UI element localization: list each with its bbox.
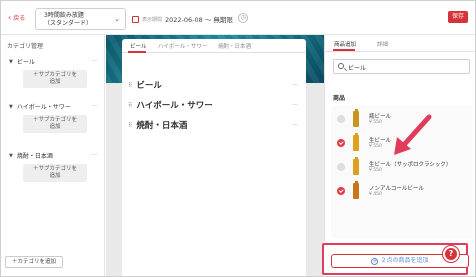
more-icon[interactable]: ··· — [91, 152, 97, 159]
more-icon[interactable]: ··· — [292, 82, 298, 89]
chevron-left-icon: ‹ — [8, 12, 12, 22]
product-price: ¥ 550 — [369, 120, 382, 125]
category-tabs: ビール ハイボール・サワー 焼酎・日本酒 — [122, 39, 306, 53]
plus-circle-icon: + — [371, 258, 379, 265]
product-name: 瓶ビール — [369, 114, 392, 120]
back-button[interactable]: ‹ 戻る — [8, 13, 25, 22]
product-item[interactable]: 生ビール（サッポロクラシック） ¥ 550 — [331, 157, 472, 179]
product-price: ¥ 550 — [369, 168, 382, 173]
beer-bottle-icon — [353, 133, 359, 151]
app-window: ‹ 戻る 3時間飲み放題 （スタンダード） ⌄ 表示期間 2022-06-08 … — [0, 0, 476, 277]
calendar-icon — [132, 15, 139, 23]
category-row-highball[interactable]: ⠿ ハイボール・サワー ··· — [128, 99, 298, 111]
product-name: ノンアルコールビール — [369, 186, 424, 192]
add-category-button[interactable]: ＋カテゴリを追加 — [5, 256, 63, 268]
drag-handle-icon[interactable]: ⠿ — [128, 82, 132, 89]
beer-bottle-icon — [353, 157, 359, 175]
more-icon[interactable]: ··· — [292, 102, 298, 109]
tab-shochu[interactable]: 焼酎・日本酒 — [218, 42, 251, 50]
drag-handle-icon[interactable]: ⠿ — [128, 122, 132, 129]
period-label: 表示期間 — [142, 16, 163, 23]
annotation-arrow-icon — [394, 114, 432, 155]
plan-select[interactable]: 3時間飲み放題 （スタンダード） ⌄ — [35, 8, 126, 30]
product-checkbox[interactable] — [337, 115, 345, 123]
help-button[interactable]: ? — [443, 246, 459, 262]
active-tab-indicator — [128, 51, 146, 53]
top-bar: ‹ 戻る 3時間飲み放題 （スタンダード） ⌄ 表示期間 2022-06-08 … — [1, 1, 475, 35]
more-icon[interactable]: ··· — [292, 122, 298, 129]
more-icon[interactable]: ··· — [91, 103, 97, 110]
product-price: ¥ 550 — [369, 144, 382, 149]
category-name: 焼酎・日本酒 — [136, 121, 188, 131]
category-row-beer[interactable]: ⠿ ビール ··· — [128, 79, 298, 91]
plan-name-line1: 3時間飲み放題 — [44, 12, 84, 19]
back-label: 戻る — [13, 15, 26, 22]
category-name: ビール — [136, 81, 162, 91]
sidebar-category-beer[interactable]: ▼ ビール ··· — [9, 57, 97, 66]
more-icon[interactable]: ··· — [91, 58, 97, 65]
expand-triangle-icon[interactable]: ▼ — [9, 59, 13, 65]
display-period[interactable]: 表示期間 2022-06-08 〜 無期限 — [132, 14, 233, 24]
expand-triangle-icon[interactable]: ▼ — [9, 104, 13, 110]
sidebar-category-label: 焼酎・日本酒 — [16, 153, 53, 160]
beer-bottle-icon — [353, 181, 359, 199]
search-icon — [338, 63, 344, 69]
category-name: ハイボール・サワー — [136, 101, 213, 111]
period-value: 2022-06-08 〜 無期限 — [165, 16, 233, 24]
add-products-label: ２点の商品を追加 — [380, 257, 429, 264]
tab-highball[interactable]: ハイボール・サワー — [158, 42, 207, 50]
save-button[interactable]: 保存 — [448, 11, 468, 23]
product-name: 生ビール（サッポロクラシック） — [369, 162, 452, 168]
add-subcategory-button[interactable]: ＋サブカテゴリを 追加 — [23, 164, 87, 182]
add-subcategory-button[interactable]: ＋サブカテゴリを 追加 — [23, 115, 87, 133]
product-checkbox[interactable] — [337, 163, 345, 171]
search-value: ビール — [348, 65, 367, 72]
product-checkbox[interactable] — [337, 139, 345, 147]
add-subcategory-button[interactable]: ＋サブカテゴリを 追加 — [23, 70, 87, 88]
tab-beer[interactable]: ビール — [130, 42, 147, 50]
sidebar-category-shochu[interactable]: ▼ 焼酎・日本酒 ··· — [9, 151, 97, 160]
divider — [325, 51, 475, 52]
sidebar-title: カテゴリ管理 — [7, 43, 44, 50]
category-row-shochu[interactable]: ⠿ 焼酎・日本酒 ··· — [128, 119, 298, 131]
drag-handle-icon[interactable]: ⠿ — [128, 102, 132, 109]
product-search-input[interactable]: ビール — [333, 59, 470, 74]
product-price: ¥ 450 — [369, 192, 382, 197]
product-checkbox[interactable] — [337, 187, 345, 195]
menu-preview-panel: ビール ハイボール・サワー 焼酎・日本酒 ⠿ ビール ··· ⠿ ハイボール・サ… — [122, 39, 306, 276]
beer-bottle-icon — [353, 109, 359, 127]
sidebar-category-highball[interactable]: ▼ ハイボール・サワー ··· — [9, 102, 97, 111]
clock-icon[interactable]: ◷ — [238, 13, 248, 23]
product-item[interactable]: ノンアルコールビール ¥ 450 — [331, 181, 472, 203]
chevron-down-icon: ⌄ — [114, 15, 120, 23]
sidebar-category-label: ビール — [16, 59, 35, 66]
tab-add-product[interactable]: 商品追加 — [334, 40, 356, 48]
category-sidebar: カテゴリ管理 ▼ ビール ··· ＋サブカテゴリを 追加 ▼ ハイボール・サワー … — [1, 35, 105, 276]
product-name: 生ビール — [369, 138, 392, 144]
plan-name-line2: （スタンダード） — [44, 20, 93, 27]
products-section-label: 商品 — [333, 95, 346, 102]
tab-details[interactable]: 詳細 — [377, 40, 388, 48]
sidebar-category-label: ハイボール・サワー — [16, 104, 71, 111]
expand-triangle-icon[interactable]: ▼ — [9, 153, 13, 159]
